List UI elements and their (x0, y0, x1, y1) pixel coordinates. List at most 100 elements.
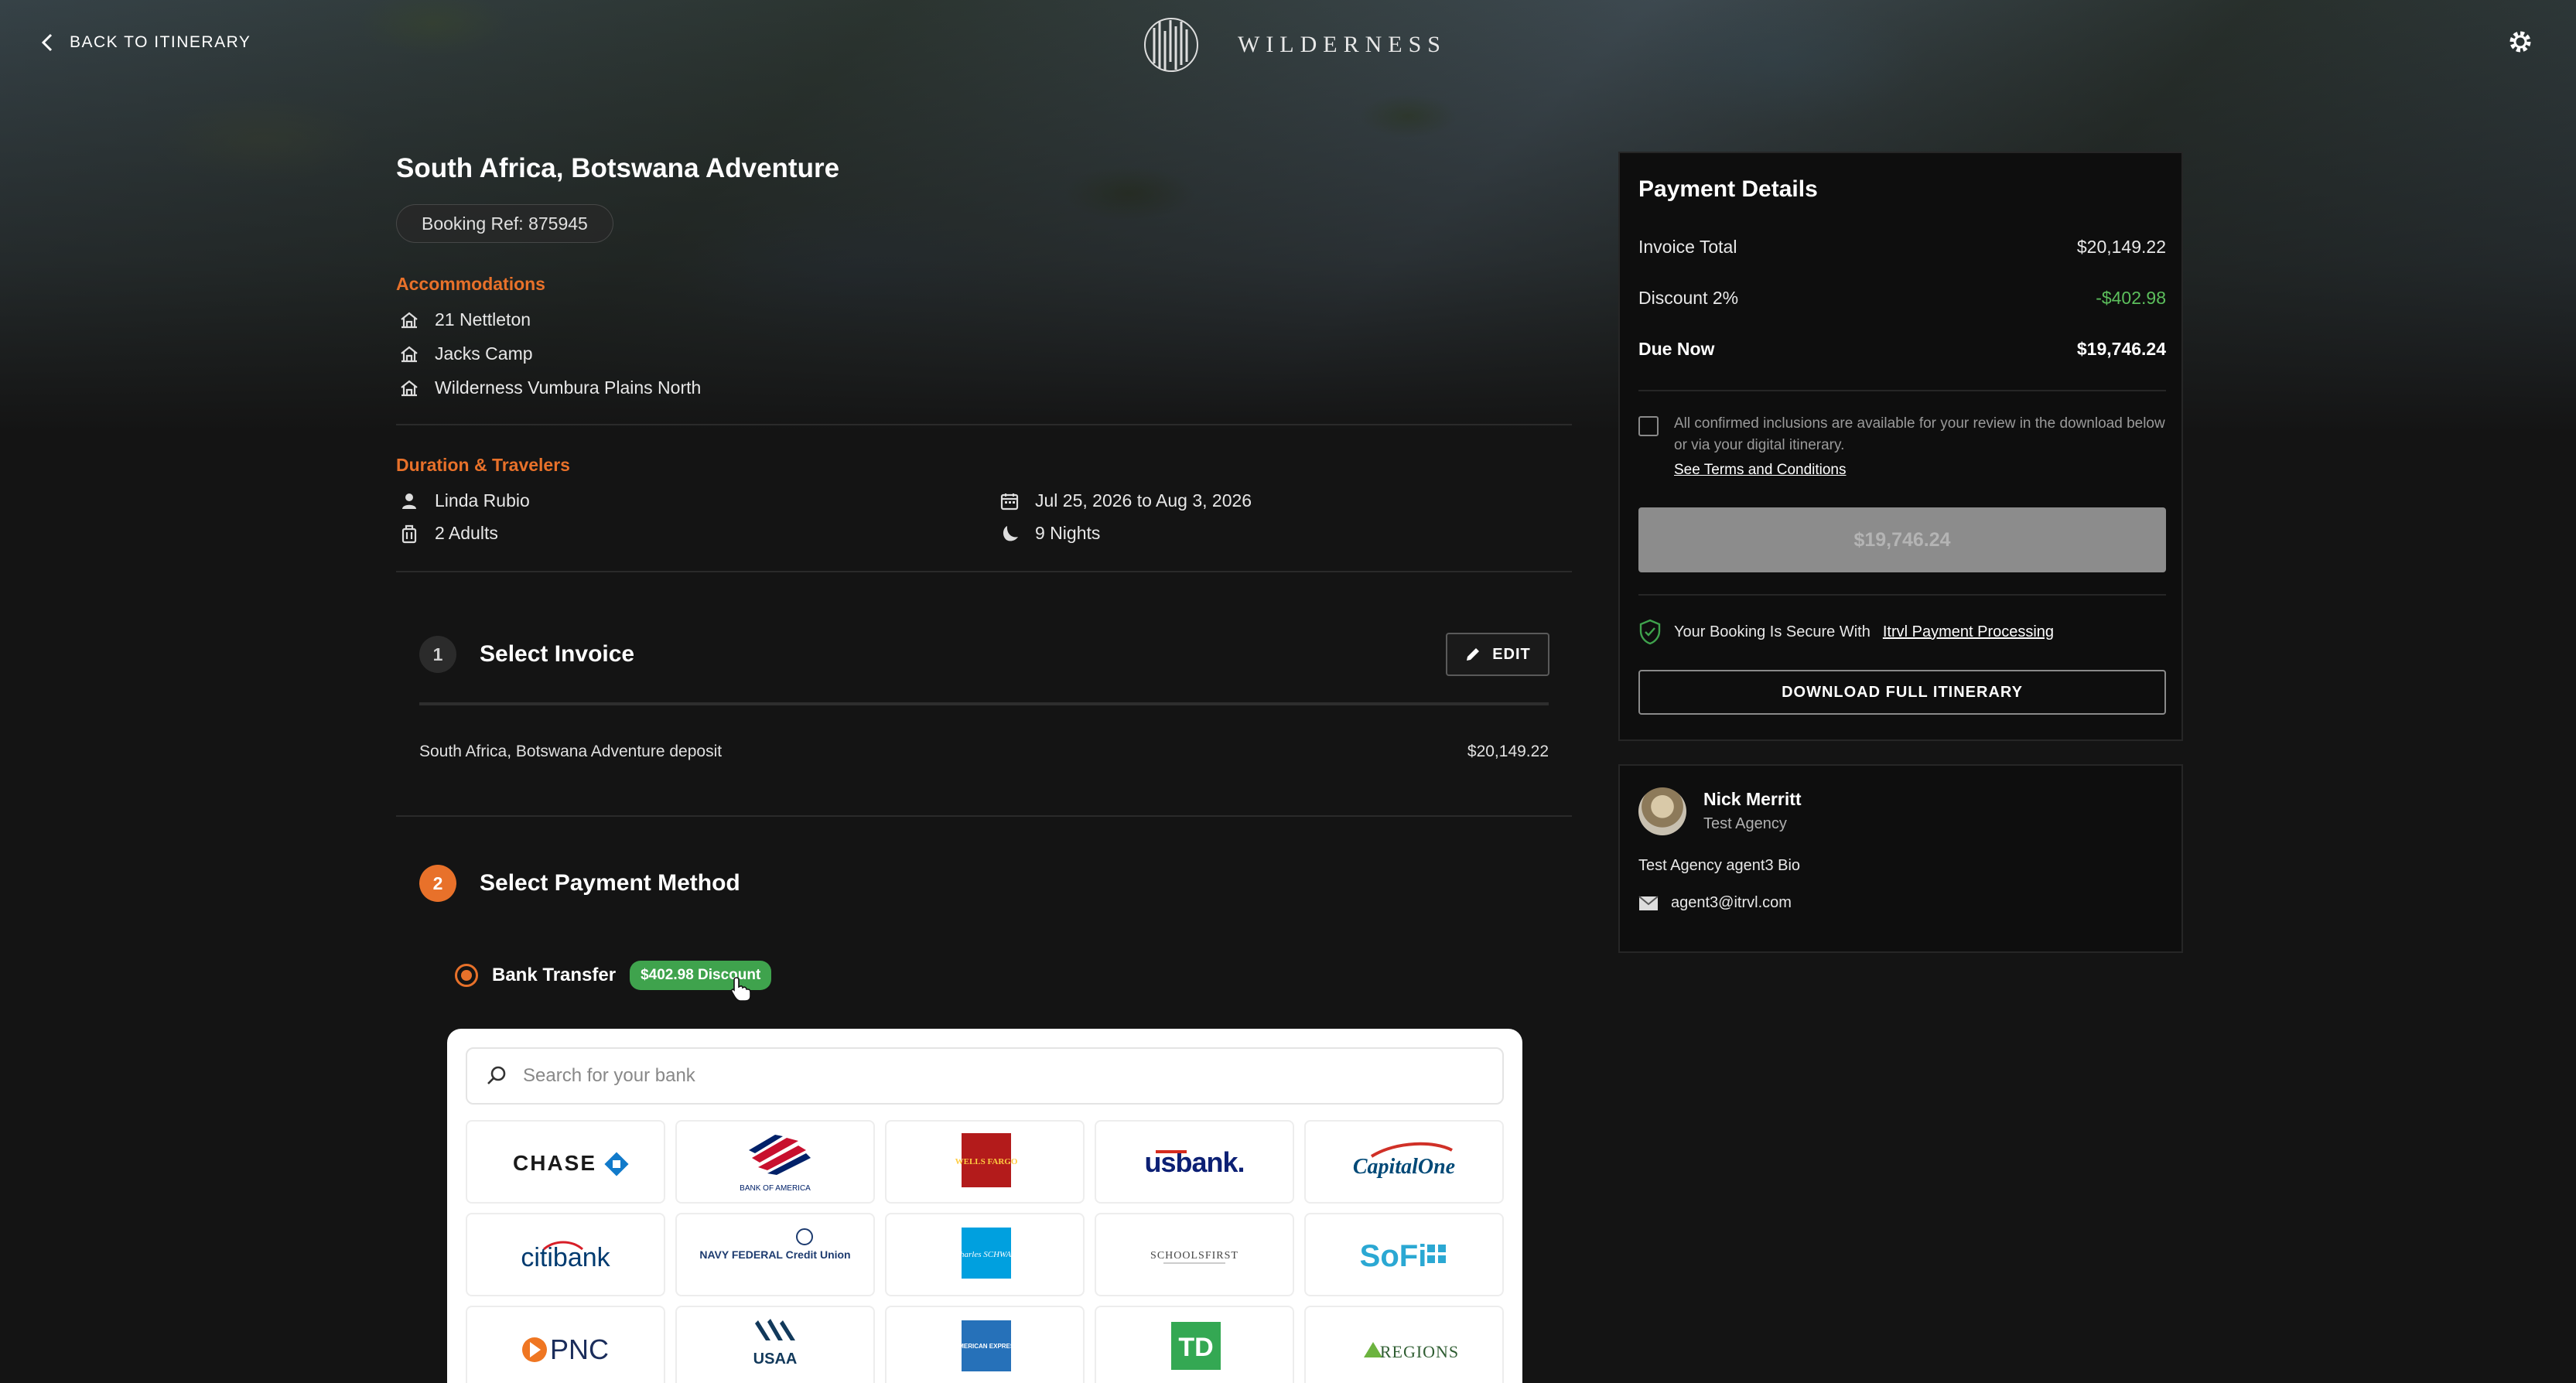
bank-grid: CHASE BANK OF AMERICA WELLS FARGO usbank… (466, 1120, 1504, 1383)
lodge-icon (401, 346, 418, 362)
terms-consent: All confirmed inclusions are available f… (1638, 413, 2166, 481)
td-logo-icon: TD (1171, 1322, 1221, 1370)
section-divider (396, 815, 1572, 817)
brand-logo[interactable]: WILDERNESS (1143, 15, 1447, 74)
consent-text: All confirmed inclusions are available f… (1674, 415, 2165, 453)
regions-logo-icon: REGIONS (1364, 1342, 1458, 1361)
dates-row: Jul 25, 2026 to Aug 3, 2026 (999, 490, 1252, 511)
bank-transfer-radio[interactable] (455, 964, 478, 987)
bank-transfer-label: Bank Transfer (492, 965, 617, 985)
secure-notice: Your Booking Is Secure With Itrvl Paymen… (1638, 619, 2054, 645)
luggage-icon (401, 524, 417, 543)
agent-avatar (1638, 787, 1686, 835)
search-icon (487, 1066, 506, 1084)
agent-agency: Test Agency (1703, 815, 1787, 832)
agent-email-row[interactable]: agent3@itrvl.com (1638, 894, 1792, 912)
bank-logo-text: BANK OF AMERICA (740, 1184, 811, 1193)
chase-logo-icon: CHASE (513, 1151, 629, 1176)
wells-fargo-logo-icon: WELLS FARGO (955, 1133, 1018, 1187)
step-number: 1 (419, 636, 456, 673)
wilderness-mark-icon (1144, 18, 1198, 72)
payment-divider (1638, 594, 2166, 596)
bank-logo-text: CHASE (513, 1151, 596, 1175)
bank-logo-text: charles SCHWAB (956, 1250, 1016, 1259)
travelers-count-row: 2 Adults (399, 523, 498, 544)
accommodation-item: Jacks Camp (399, 343, 533, 364)
invoice-row[interactable]: South Africa, Botswana Adventure deposit… (419, 743, 1549, 761)
step-select-invoice: 1 Select Invoice (419, 636, 634, 673)
pnc-logo-icon: PNC (522, 1333, 609, 1365)
consent-text-block: All confirmed inclusions are available f… (1674, 413, 2166, 481)
lodge-icon (401, 312, 418, 328)
navy-federal-logo-icon: NAVY FEDERAL Credit Union (699, 1228, 851, 1261)
duration-travelers-label: Duration & Travelers (396, 455, 570, 475)
bank-search-box[interactable] (466, 1047, 1504, 1105)
agent-name: Nick Merritt (1703, 789, 1802, 809)
envelope-icon (1638, 895, 1659, 910)
bank-tile-citibank[interactable]: citibank (466, 1213, 665, 1296)
invoice-amount: $20,149.22 (1467, 743, 1549, 760)
us-bank-logo-icon: usbank. (1144, 1146, 1245, 1178)
edit-label: EDIT (1492, 645, 1531, 663)
capital-one-logo-icon: CapitalOne (1353, 1142, 1455, 1179)
bank-tile-chase[interactable]: CHASE (466, 1120, 665, 1204)
discount-value: -$402.98 (2096, 288, 2166, 308)
due-now-row: Due Now $19,746.24 (1638, 339, 2166, 360)
charles-schwab-logo-icon: charles SCHWAB (956, 1228, 1016, 1279)
bank-tile-pnc[interactable]: PNC (466, 1306, 665, 1383)
step-title: Select Invoice (480, 641, 635, 667)
bank-tile-schoolsfirst[interactable]: SCHOOLSFIRST (1095, 1213, 1294, 1296)
calendar-icon (1000, 493, 1019, 510)
bank-logo-text: AMERICAN EXPRESS (954, 1343, 1019, 1350)
bank-tile-capital-one[interactable]: CapitalOne (1304, 1120, 1504, 1204)
bank-tile-american-express[interactable]: AMERICAN EXPRESS (885, 1306, 1085, 1383)
brand-name: WILDERNESS (1238, 32, 1447, 57)
american-express-logo-icon: AMERICAN EXPRESS (954, 1320, 1019, 1371)
sofi-logo-icon: SoFi (1360, 1239, 1446, 1273)
back-to-itinerary-link[interactable]: BACK TO ITINERARY (40, 32, 251, 53)
traveler-name-row: Linda Rubio (399, 490, 530, 511)
bank-tile-usaa[interactable]: USAA (675, 1306, 875, 1383)
invoice-divider (419, 702, 1549, 705)
payment-details-title: Payment Details (1638, 176, 1818, 202)
bank-transfer-option[interactable]: Bank Transfer $402.98 Discount (455, 961, 772, 990)
bank-tile-sofi[interactable]: SoFi (1304, 1213, 1504, 1296)
section-divider (396, 571, 1572, 572)
bank-logo-text: CapitalOne (1353, 1155, 1455, 1179)
bank-tile-wells-fargo[interactable]: WELLS FARGO (885, 1120, 1085, 1204)
due-now-value: $19,746.24 (2076, 339, 2166, 359)
trip-dates: Jul 25, 2026 to Aug 3, 2026 (1035, 490, 1252, 511)
agent-bio: Test Agency agent3 Bio (1638, 857, 1801, 874)
step-title: Select Payment Method (480, 870, 740, 896)
payment-processing-link[interactable]: Itrvl Payment Processing (1883, 623, 2054, 641)
person-icon (402, 493, 416, 509)
terms-link[interactable]: See Terms and Conditions (1674, 459, 2166, 481)
bank-search-input[interactable] (523, 1065, 1451, 1087)
bank-tile-navy-federal[interactable]: NAVY FEDERAL Credit Union (675, 1213, 875, 1296)
travelers-count: 2 Adults (435, 523, 498, 543)
bank-tile-us-bank[interactable]: usbank. (1095, 1120, 1294, 1204)
bank-tile-charles-schwab[interactable]: charles SCHWAB (885, 1213, 1085, 1296)
booking-ref-pill: Booking Ref: 875945 (396, 204, 613, 243)
citibank-logo-icon: citibank (521, 1241, 611, 1272)
edit-invoice-button[interactable]: EDIT (1446, 633, 1549, 676)
section-divider (396, 424, 1572, 425)
pointer-cursor-icon (730, 977, 751, 1002)
back-label: BACK TO ITINERARY (70, 33, 251, 51)
top-bar: BACK TO ITINERARY WILDERNESS (0, 0, 2576, 93)
download-itinerary-button[interactable]: DOWNLOAD FULL ITINERARY (1638, 670, 2166, 715)
traveler-name: Linda Rubio (435, 490, 530, 511)
terms-checkbox[interactable] (1638, 416, 1659, 436)
settings-gear-icon[interactable] (2506, 28, 2534, 56)
bank-tile-regions[interactable]: REGIONS (1304, 1306, 1504, 1383)
pay-now-button[interactable]: $19,746.24 (1638, 507, 2166, 572)
bank-logo-text: SoFi (1360, 1239, 1427, 1273)
agent-email: agent3@itrvl.com (1671, 894, 1792, 911)
bank-tile-bank-of-america[interactable]: BANK OF AMERICA (675, 1120, 875, 1204)
bank-logo-text: PNC (550, 1333, 609, 1365)
bank-tile-td[interactable]: TD (1095, 1306, 1294, 1383)
accommodation-name: Wilderness Vumbura Plains North (435, 377, 702, 398)
bank-logo-text: USAA (753, 1351, 798, 1368)
bank-logo-text: WELLS FARGO (955, 1157, 1018, 1166)
accommodation-name: Jacks Camp (435, 343, 533, 364)
